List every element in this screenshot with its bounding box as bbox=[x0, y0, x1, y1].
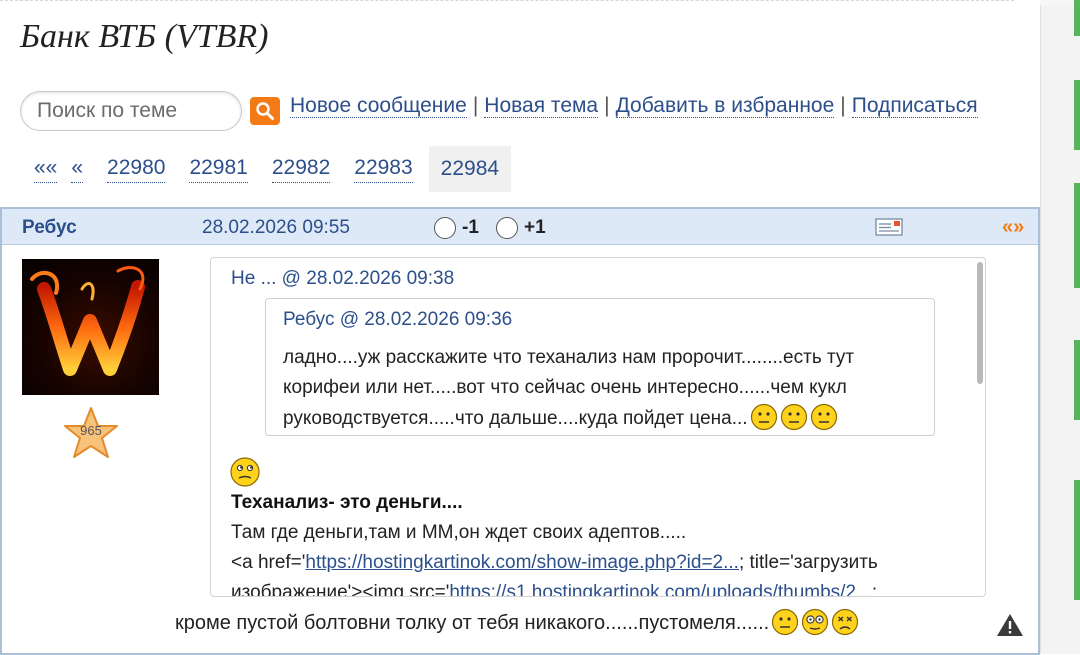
post-date: 28.02.2026 09:55 bbox=[202, 217, 350, 238]
top-divider bbox=[0, 0, 1014, 6]
code-suffix: ; bbox=[871, 582, 878, 597]
side-accent-bar bbox=[1074, 480, 1080, 600]
post-author[interactable]: Ребус bbox=[22, 217, 77, 239]
search-input[interactable] bbox=[21, 92, 241, 130]
pagination-page[interactable]: 22982 bbox=[271, 156, 331, 183]
add-favorites-link[interactable]: Добавить в избранное bbox=[615, 94, 835, 118]
side-accent-bar bbox=[1074, 340, 1080, 420]
smiley-icon bbox=[750, 403, 777, 431]
smiley-icon bbox=[772, 608, 799, 636]
new-message-link[interactable]: Новое сообщение bbox=[290, 94, 467, 118]
vote-plus-label: +1 bbox=[524, 217, 546, 238]
side-accent-bar bbox=[1074, 0, 1080, 36]
code-suffix: ; title='загрузить bbox=[738, 552, 878, 573]
vote-plus-radio[interactable] bbox=[496, 217, 518, 239]
search-button[interactable] bbox=[250, 97, 280, 125]
vote-minus[interactable]: -1 bbox=[434, 217, 479, 239]
smiley-icon bbox=[780, 403, 807, 431]
side-accent-bar bbox=[1074, 183, 1080, 288]
nested-quote-header[interactable]: Ребус @ 28.02.2026 09:36 bbox=[283, 309, 512, 331]
user-rating: 965 bbox=[80, 423, 102, 438]
post-content: Не ... @ 28.02.2026 09:38 Ребус @ 28.02.… bbox=[210, 257, 986, 597]
avatar[interactable] bbox=[22, 259, 159, 395]
action-separator: | bbox=[604, 94, 610, 117]
post-nav-arrows[interactable]: «» bbox=[1002, 216, 1024, 239]
signature-text: кроме пустой болтовни толку от тебя ника… bbox=[175, 612, 770, 634]
pagination-page[interactable]: 22983 bbox=[354, 156, 413, 183]
smiley-icon bbox=[810, 403, 837, 431]
code-prefix: <a href=' bbox=[231, 552, 306, 573]
image-page-link[interactable]: https://hostingkartinok.com/show-image.p… bbox=[305, 552, 739, 573]
pagination-page[interactable]: 22981 bbox=[189, 156, 248, 183]
pagination-first[interactable]: «« bbox=[34, 156, 58, 183]
quote-icon[interactable] bbox=[875, 218, 903, 236]
post-bold-line: Теханализ- это деньги.... bbox=[231, 492, 463, 513]
post-text-line: Там где деньги,там и ММ,он ждет своих ад… bbox=[231, 522, 687, 543]
content-scrollbar[interactable] bbox=[977, 262, 983, 384]
page-title: Банк ВТБ (VTBR) bbox=[20, 18, 269, 55]
nerd-smiley-icon bbox=[802, 608, 829, 636]
post-header: Ребус 28.02.2026 09:55 -1 +1 «» bbox=[2, 209, 1038, 245]
post-text-line: <a href='https://hostingkartinok.com/sho… bbox=[231, 552, 878, 574]
avatar-flame-w-icon bbox=[30, 266, 145, 376]
vote-minus-label: -1 bbox=[462, 217, 479, 238]
vote-minus-radio[interactable] bbox=[434, 217, 456, 239]
action-separator: | bbox=[840, 94, 846, 117]
side-accent-bar bbox=[1074, 80, 1080, 150]
pagination: «« « 22980 22981 22982 22983 22984 bbox=[22, 145, 512, 193]
nested-quote-text: ладно....уж расскажите что теханализ нам… bbox=[283, 343, 923, 434]
vote-plus[interactable]: +1 bbox=[496, 217, 546, 239]
image-thumb-link[interactable]: https://s1.hostingkartinok.com/uploads/t… bbox=[449, 582, 871, 596]
topic-actions: Новое сообщение | Новая тема | Добавить в из… bbox=[290, 94, 978, 118]
warning-icon[interactable] bbox=[995, 612, 1025, 638]
search-icon bbox=[256, 102, 274, 120]
subscribe-link[interactable]: Подписаться bbox=[851, 94, 978, 118]
code-prefix: изображение'><img src=' bbox=[231, 582, 450, 597]
nested-quote: Ребус @ 28.02.2026 09:36 ладно....уж рас… bbox=[265, 298, 935, 436]
forum-post: Ребус 28.02.2026 09:55 -1 +1 «» 965 Не .… bbox=[0, 207, 1040, 655]
pagination-page[interactable]: 22980 bbox=[107, 156, 166, 183]
post-text-line: изображение'><img src='https://s1.hostin… bbox=[231, 582, 878, 597]
dizzy-smiley-icon bbox=[832, 608, 859, 636]
pagination-current-page: 22984 bbox=[428, 146, 512, 192]
search-box bbox=[20, 91, 242, 131]
pagination-prev[interactable]: « bbox=[71, 156, 84, 183]
new-topic-link[interactable]: Новая тема bbox=[484, 94, 599, 118]
action-separator: | bbox=[472, 94, 479, 117]
post-signature: кроме пустой болтовни толку от тебя ника… bbox=[175, 608, 859, 636]
quote-header[interactable]: Не ... @ 28.02.2026 09:38 bbox=[231, 268, 454, 290]
thinking-smiley-icon bbox=[230, 457, 260, 487]
